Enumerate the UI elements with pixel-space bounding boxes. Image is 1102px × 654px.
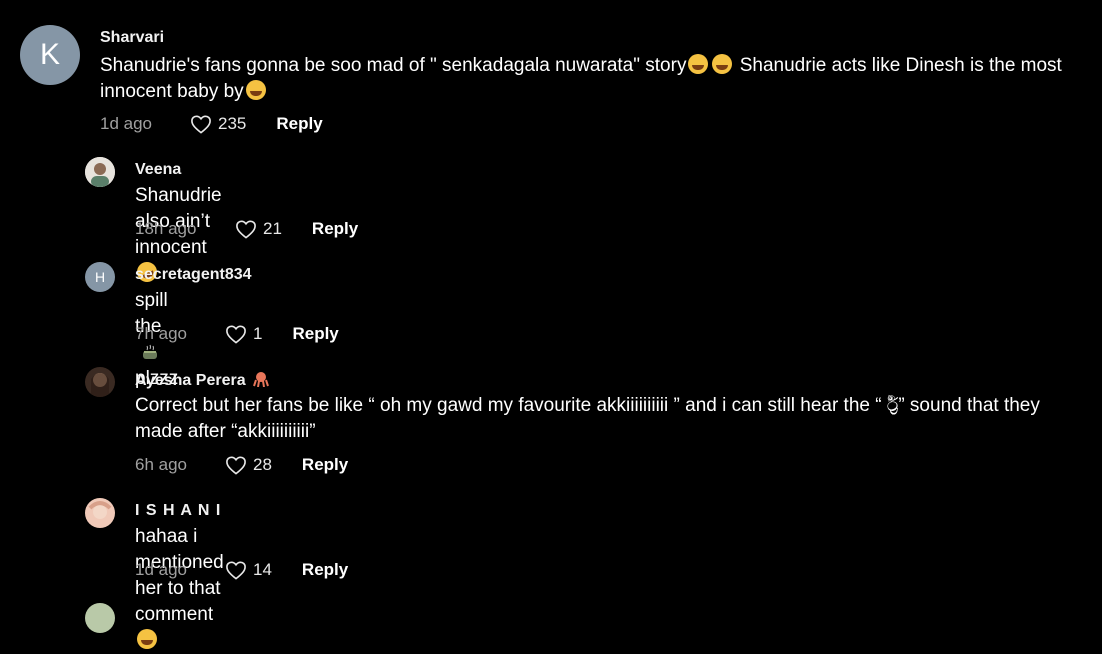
octopus-emoji-icon	[252, 372, 269, 387]
heart-outline-icon	[226, 561, 246, 580]
like-button[interactable]: 1	[225, 324, 262, 344]
avatar[interactable]	[85, 603, 115, 633]
comment-meta: 6h ago 28 Reply	[135, 455, 348, 475]
heart-outline-icon	[236, 220, 256, 239]
reply-button[interactable]: Reply	[276, 114, 322, 134]
username[interactable]: I S H A N I	[135, 502, 221, 520]
sweat-smile-emoji-icon	[245, 80, 266, 100]
timestamp: 1d ago	[100, 114, 152, 133]
comment-text: Correct but her fans be like “ oh my gaw…	[135, 395, 1040, 442]
heart-outline-icon	[226, 325, 246, 344]
like-button[interactable]: 14	[225, 560, 272, 580]
username[interactable]: Sharvari	[100, 29, 164, 47]
avatar[interactable]	[85, 498, 115, 528]
comment-meta: 1d ago 235 Reply	[100, 114, 323, 134]
like-count: 14	[253, 560, 272, 579]
avatar-photo	[85, 367, 115, 397]
comment-text: Shanudrie's fans gonna be soo mad of " s…	[100, 54, 1062, 102]
username[interactable]: Veena	[135, 161, 181, 179]
laughing-emoji-icon	[137, 629, 157, 649]
comment-meta: 7h ago 1 Reply	[135, 324, 339, 344]
avatar[interactable]: H	[85, 262, 115, 292]
username[interactable]: Ayesha Perera	[135, 371, 270, 390]
laughing-emoji-icon	[712, 54, 733, 74]
avatar-letter: K	[39, 38, 60, 71]
timestamp: 1d ago	[135, 560, 187, 579]
reply-button[interactable]: Reply	[292, 324, 338, 344]
avatar-letter: H	[94, 269, 106, 285]
like-button[interactable]: 235	[190, 114, 246, 134]
like-count: 21	[263, 219, 282, 238]
timestamp: 6h ago	[135, 455, 187, 474]
reply-button[interactable]: Reply	[302, 560, 348, 580]
timestamp: 18h ago	[135, 219, 197, 238]
avatar-photo	[85, 498, 115, 528]
avatar[interactable]	[85, 367, 115, 397]
heart-outline-icon	[191, 115, 211, 134]
username[interactable]: secretagent834	[135, 266, 252, 284]
tea-cup-emoji-icon	[143, 344, 157, 359]
reply-button[interactable]: Reply	[302, 455, 348, 475]
like-count: 28	[253, 455, 272, 474]
like-button[interactable]: 21	[235, 219, 282, 239]
avatar[interactable]	[85, 157, 115, 187]
like-button[interactable]: 28	[225, 455, 272, 475]
laughing-emoji-icon	[688, 54, 709, 74]
comment-meta: 1d ago 14 Reply	[135, 560, 348, 580]
like-count: 235	[218, 114, 247, 133]
comment-meta: 18h ago 21 Reply	[135, 219, 358, 239]
heart-outline-icon	[226, 456, 246, 475]
avatar-photo	[85, 157, 115, 187]
timestamp: 7h ago	[135, 324, 187, 343]
comment-text: hahaa i mentioned her to that comment	[135, 524, 224, 654]
avatar[interactable]: K	[20, 25, 80, 85]
reply-button[interactable]: Reply	[312, 219, 358, 239]
like-count: 1	[253, 324, 263, 343]
